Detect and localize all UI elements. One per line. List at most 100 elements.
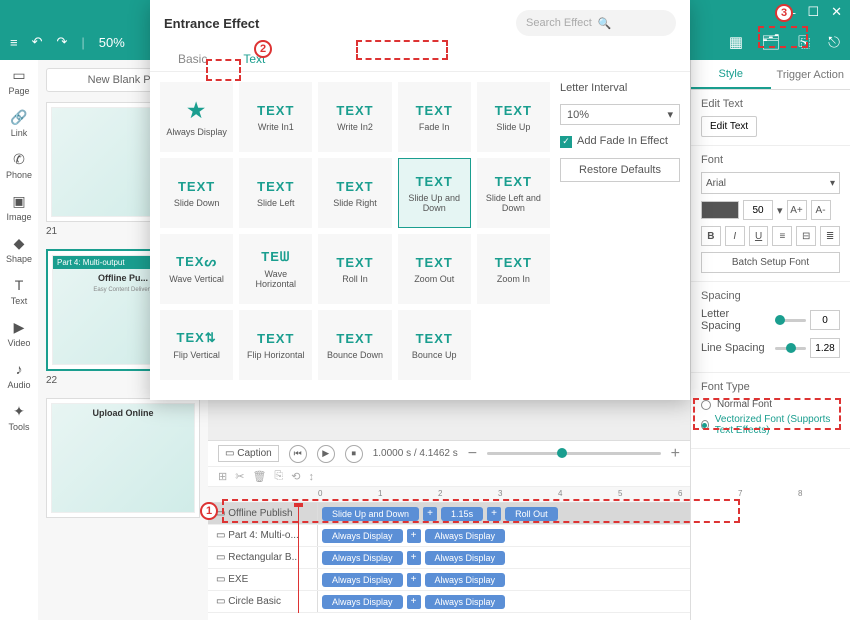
zoom-out-icon[interactable]: − bbox=[468, 445, 477, 463]
effect-slide-right[interactable]: TEXTSlide Right bbox=[318, 158, 391, 228]
play-button[interactable]: ▶ bbox=[317, 445, 335, 463]
effect-always-display[interactable]: ★Always Display bbox=[160, 82, 233, 152]
tab-style[interactable]: Style bbox=[691, 60, 771, 89]
effect-roll-in[interactable]: TEXTRoll In bbox=[318, 234, 391, 304]
sidebar-item-tools[interactable]: ✦Tools bbox=[8, 402, 29, 432]
letter-spacing-slider[interactable] bbox=[775, 319, 806, 322]
underline-button[interactable]: U bbox=[749, 226, 769, 246]
effect-pill[interactable]: Roll Out bbox=[505, 507, 558, 521]
search-effect-input[interactable]: Search Effect 🔍 bbox=[516, 10, 676, 36]
effect-zoom-in[interactable]: TEXTZoom In bbox=[477, 234, 550, 304]
italic-button[interactable]: I bbox=[725, 226, 745, 246]
effect-pill[interactable]: Always Display bbox=[425, 529, 506, 543]
tl-tool[interactable]: ⟲ bbox=[291, 470, 300, 483]
restore-defaults-button[interactable]: Restore Defaults bbox=[560, 158, 680, 182]
menu-icon[interactable]: ≡ bbox=[10, 35, 18, 50]
effect-pill[interactable]: Always Display bbox=[322, 529, 403, 543]
save-icon[interactable]: 🗂 bbox=[761, 33, 780, 51]
add-effect-button[interactable]: + bbox=[407, 595, 421, 609]
effect-flip-horizontal[interactable]: TEXTFlip Horizontal bbox=[239, 310, 312, 380]
timeline-ruler[interactable]: 012345678 bbox=[208, 487, 690, 503]
edit-text-button[interactable]: Edit Text bbox=[701, 116, 757, 137]
sidebar-item-video[interactable]: ▶Video bbox=[8, 318, 31, 348]
tl-tool[interactable]: ⊞ bbox=[218, 470, 227, 483]
add-effect-button[interactable]: + bbox=[487, 507, 501, 521]
add-effect-button[interactable]: + bbox=[407, 529, 421, 543]
effect-slide-left-and-down[interactable]: TEXTSlide Left and Down bbox=[477, 158, 550, 228]
font-decrease-button[interactable]: A- bbox=[811, 200, 831, 220]
timeline-zoom-slider[interactable] bbox=[487, 452, 661, 455]
effect-pill[interactable]: 1.15s bbox=[441, 507, 483, 521]
effect-zoom-out[interactable]: TEXTZoom Out bbox=[398, 234, 471, 304]
effect-fade-in[interactable]: TEXTFade In bbox=[398, 82, 471, 152]
letter-spacing-value[interactable] bbox=[810, 310, 840, 330]
sidebar-item-link[interactable]: 🔗Link bbox=[10, 108, 28, 138]
normal-font-radio[interactable]: Normal Font bbox=[701, 399, 840, 410]
effect-write-in1[interactable]: TEXTWrite In1 bbox=[239, 82, 312, 152]
effect-wave-horizontal[interactable]: TEᗯWave Horizontal bbox=[239, 234, 312, 304]
effect-pill[interactable]: Always Display bbox=[425, 573, 506, 587]
tl-tool[interactable]: ↕ bbox=[308, 471, 314, 483]
maximize-button[interactable]: ☐ bbox=[807, 4, 819, 20]
effect-pill[interactable]: Always Display bbox=[425, 595, 506, 609]
tl-tool[interactable]: ✂ bbox=[235, 470, 244, 483]
font-increase-button[interactable]: A+ bbox=[787, 200, 807, 220]
sidebar-item-shape[interactable]: ◆Shape bbox=[6, 234, 32, 264]
add-effect-button[interactable]: + bbox=[407, 573, 421, 587]
tab-basic[interactable]: Basic bbox=[170, 48, 215, 70]
line-spacing-slider[interactable] bbox=[775, 347, 806, 350]
vectorized-font-radio[interactable]: Vectorized Font (Supports Text Effects) bbox=[701, 414, 840, 436]
align-button[interactable]: ≡ bbox=[772, 226, 792, 246]
caption-label[interactable]: ▭ Caption bbox=[218, 445, 279, 462]
list-button[interactable]: ≣ bbox=[820, 226, 840, 246]
sidebar-item-page[interactable]: ▭Page bbox=[8, 66, 29, 96]
tl-tool[interactable]: ⎘ bbox=[274, 470, 283, 483]
effect-slide-left[interactable]: TEXTSlide Left bbox=[239, 158, 312, 228]
export-icon[interactable]: ⎘ bbox=[798, 34, 810, 51]
sidebar-item-audio[interactable]: ♪Audio bbox=[7, 360, 30, 390]
add-effect-button[interactable]: + bbox=[423, 507, 437, 521]
letter-interval-select[interactable]: 10%▾ bbox=[560, 104, 680, 125]
chevron-down-icon[interactable]: ▾ bbox=[777, 204, 783, 217]
font-family-select[interactable]: Arial▾ bbox=[701, 172, 840, 194]
rewind-button[interactable]: ⏮ bbox=[289, 445, 307, 463]
effect-flip-vertical[interactable]: TEX⇅Flip Vertical bbox=[160, 310, 233, 380]
bold-button[interactable]: B bbox=[701, 226, 721, 246]
add-effect-button[interactable]: + bbox=[407, 551, 421, 565]
effect-pill[interactable]: Always Display bbox=[322, 573, 403, 587]
effect-bounce-up[interactable]: TEXTBounce Up bbox=[398, 310, 471, 380]
tab-trigger-action[interactable]: Trigger Action bbox=[771, 60, 850, 89]
effect-pill[interactable]: Slide Up and Down bbox=[322, 507, 419, 521]
sidebar-item-text[interactable]: TText bbox=[10, 276, 28, 306]
effect-wave-vertical[interactable]: TEXᔕWave Vertical bbox=[160, 234, 233, 304]
effect-slide-up[interactable]: TEXTSlide Up bbox=[477, 82, 550, 152]
stop-button[interactable]: ⏹ bbox=[345, 445, 363, 463]
timeline-row[interactable]: ▭ Circle BasicAlways Display+Always Disp… bbox=[208, 591, 690, 613]
close-button[interactable]: ✕ bbox=[831, 4, 842, 20]
effect-slide-down[interactable]: TEXTSlide Down bbox=[160, 158, 233, 228]
zoom-level[interactable]: 50% bbox=[99, 35, 125, 50]
page-thumbnail[interactable]: Upload Online bbox=[46, 398, 200, 518]
effect-pill[interactable]: Always Display bbox=[322, 595, 403, 609]
timeline-row[interactable]: ▭ Part 4: Multi-o...Always Display+Alway… bbox=[208, 525, 690, 547]
effect-pill[interactable]: Always Display bbox=[425, 551, 506, 565]
zoom-in-icon[interactable]: + bbox=[671, 445, 680, 463]
timeline-row[interactable]: ▭ EXEAlways Display+Always Display bbox=[208, 569, 690, 591]
effect-pill[interactable]: Always Display bbox=[322, 551, 403, 565]
valign-button[interactable]: ⊟ bbox=[796, 226, 816, 246]
sidebar-item-image[interactable]: ▣Image bbox=[6, 192, 31, 222]
font-size-input[interactable] bbox=[743, 200, 773, 220]
redo-button[interactable]: ↷ bbox=[57, 34, 68, 50]
timeline-row[interactable]: ▭ Rectangular B...Always Display+Always … bbox=[208, 547, 690, 569]
tl-tool[interactable]: 🗑 bbox=[252, 470, 266, 483]
effect-slide-up-and-down[interactable]: TEXTSlide Up and Down bbox=[398, 158, 471, 228]
playhead[interactable] bbox=[298, 503, 299, 613]
sidebar-item-phone[interactable]: ✆Phone bbox=[6, 150, 32, 180]
layout-icon[interactable]: ▦ bbox=[729, 33, 743, 51]
undo-button[interactable]: ↶ bbox=[32, 34, 43, 50]
batch-setup-font-button[interactable]: Batch Setup Font bbox=[701, 252, 840, 273]
effect-write-in2[interactable]: TEXTWrite In2 bbox=[318, 82, 391, 152]
effect-bounce-down[interactable]: TEXTBounce Down bbox=[318, 310, 391, 380]
add-fade-in-checkbox[interactable]: ✓Add Fade In Effect bbox=[560, 135, 680, 148]
exit-icon[interactable]: ⎋ bbox=[828, 34, 840, 51]
